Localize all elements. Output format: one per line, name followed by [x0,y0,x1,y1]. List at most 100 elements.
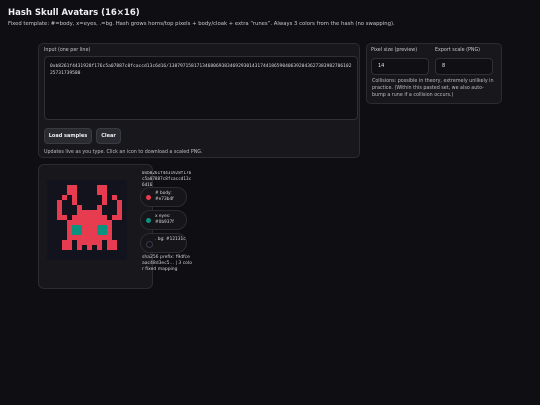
avatar-pixel [122,245,127,250]
avatar-pixel [117,190,122,195]
avatar-pixel [97,180,102,185]
avatar-pixel [52,205,57,210]
avatar-pixel [102,255,107,260]
avatar-pixel [67,250,72,255]
bg-color-swatch [146,241,153,248]
avatar-pixel [122,205,127,210]
avatar-pixel [97,190,102,195]
avatar-pixel [47,180,52,185]
avatar-pixel [47,255,52,260]
avatar-pixel [112,255,117,260]
avatar-pixel [57,200,62,205]
avatar-pixel [57,210,62,215]
avatar-pixel [112,180,117,185]
avatar-pixel [112,210,117,215]
avatar-pixel [47,220,52,225]
eyes-color-chip: x eyes: #0b937f [140,210,187,230]
avatar-pixel [77,250,82,255]
avatar-pixel [122,220,127,225]
avatar-pixel [117,200,122,205]
avatar-pixel [87,255,92,260]
avatar-pixel [92,205,97,210]
avatar-pixel [102,185,107,190]
avatar-pixel [52,240,57,245]
avatar-pixel [107,195,112,200]
avatar-pixel [112,215,117,220]
avatar-pixel [72,245,77,250]
avatar-pixel [122,225,127,230]
avatar-pixel [97,235,102,240]
pixel-size-input[interactable]: 14 [371,58,429,75]
avatar-pixel [97,230,102,235]
avatar-pixel [77,235,82,240]
avatar-pixel [117,185,122,190]
export-scale-input[interactable]: 8 [435,58,493,75]
avatar-pixel [87,180,92,185]
skull-avatar-icon[interactable] [47,180,127,260]
pixel-size-label: Pixel size (preview) [371,48,418,53]
avatar-pixel [97,220,102,225]
avatar-pixel [67,190,72,195]
avatar-pixel [117,220,122,225]
hash-input-textarea[interactable]: 0xb8261f4431928f176c5a07887c8fcaccd13c6d… [44,56,358,120]
avatar-pixel [107,190,112,195]
avatar-pixel [67,195,72,200]
avatar-pixel [87,240,92,245]
avatar-pixel [112,230,117,235]
avatar-pixel [107,210,112,215]
avatar-pixel [72,250,77,255]
avatar-pixel [62,255,67,260]
load-samples-button[interactable]: Load samples [44,128,92,144]
avatar-pixel [102,250,107,255]
avatar-pixel [52,185,57,190]
avatar-pixel [112,245,117,250]
avatar-pixel [82,250,87,255]
avatar-pixel [92,250,97,255]
avatar-pixel [72,200,77,205]
avatar-pixel [52,235,57,240]
avatar-pixel [82,205,87,210]
clear-button[interactable]: Clear [96,128,121,144]
avatar-pixel [57,220,62,225]
avatar-pixel [92,190,97,195]
avatar-pixel [52,230,57,235]
avatar-pixel [62,220,67,225]
body-color-text: # body: #e73b4f [155,191,174,202]
avatar-pixel [52,195,57,200]
avatar-pixel [122,210,127,215]
avatar-pixel [47,195,52,200]
avatar-pixel [107,215,112,220]
avatar-pixel [92,215,97,220]
avatar-pixel [57,245,62,250]
avatar-pixel [47,185,52,190]
avatar-pixel [92,245,97,250]
avatar-pixel [62,245,67,250]
avatar-pixel [67,245,72,250]
avatar-pixel [77,220,82,225]
avatar-pixel [102,230,107,235]
avatar-pixel [72,220,77,225]
avatar-pixel [102,180,107,185]
avatar-pixel [67,215,72,220]
avatar-pixel [102,220,107,225]
avatar-pixel [62,195,67,200]
avatar-pixel [57,235,62,240]
avatar-pixel [87,190,92,195]
avatar-pixel [52,250,57,255]
avatar-pixel [97,250,102,255]
avatar-pixel [92,230,97,235]
avatar-pixel [77,180,82,185]
avatar-pixel [52,215,57,220]
avatar-pixel [112,220,117,225]
avatar-pixel [97,225,102,230]
avatar-pixel [122,215,127,220]
avatar-pixel [62,225,67,230]
avatar-pixel [97,215,102,220]
avatar-pixel [67,210,72,215]
avatar-pixel [62,250,67,255]
avatar-pixel [97,240,102,245]
avatar-pixel [82,245,87,250]
avatar-pixel [97,195,102,200]
avatar-pixel [67,220,72,225]
avatar-pixel [67,235,72,240]
